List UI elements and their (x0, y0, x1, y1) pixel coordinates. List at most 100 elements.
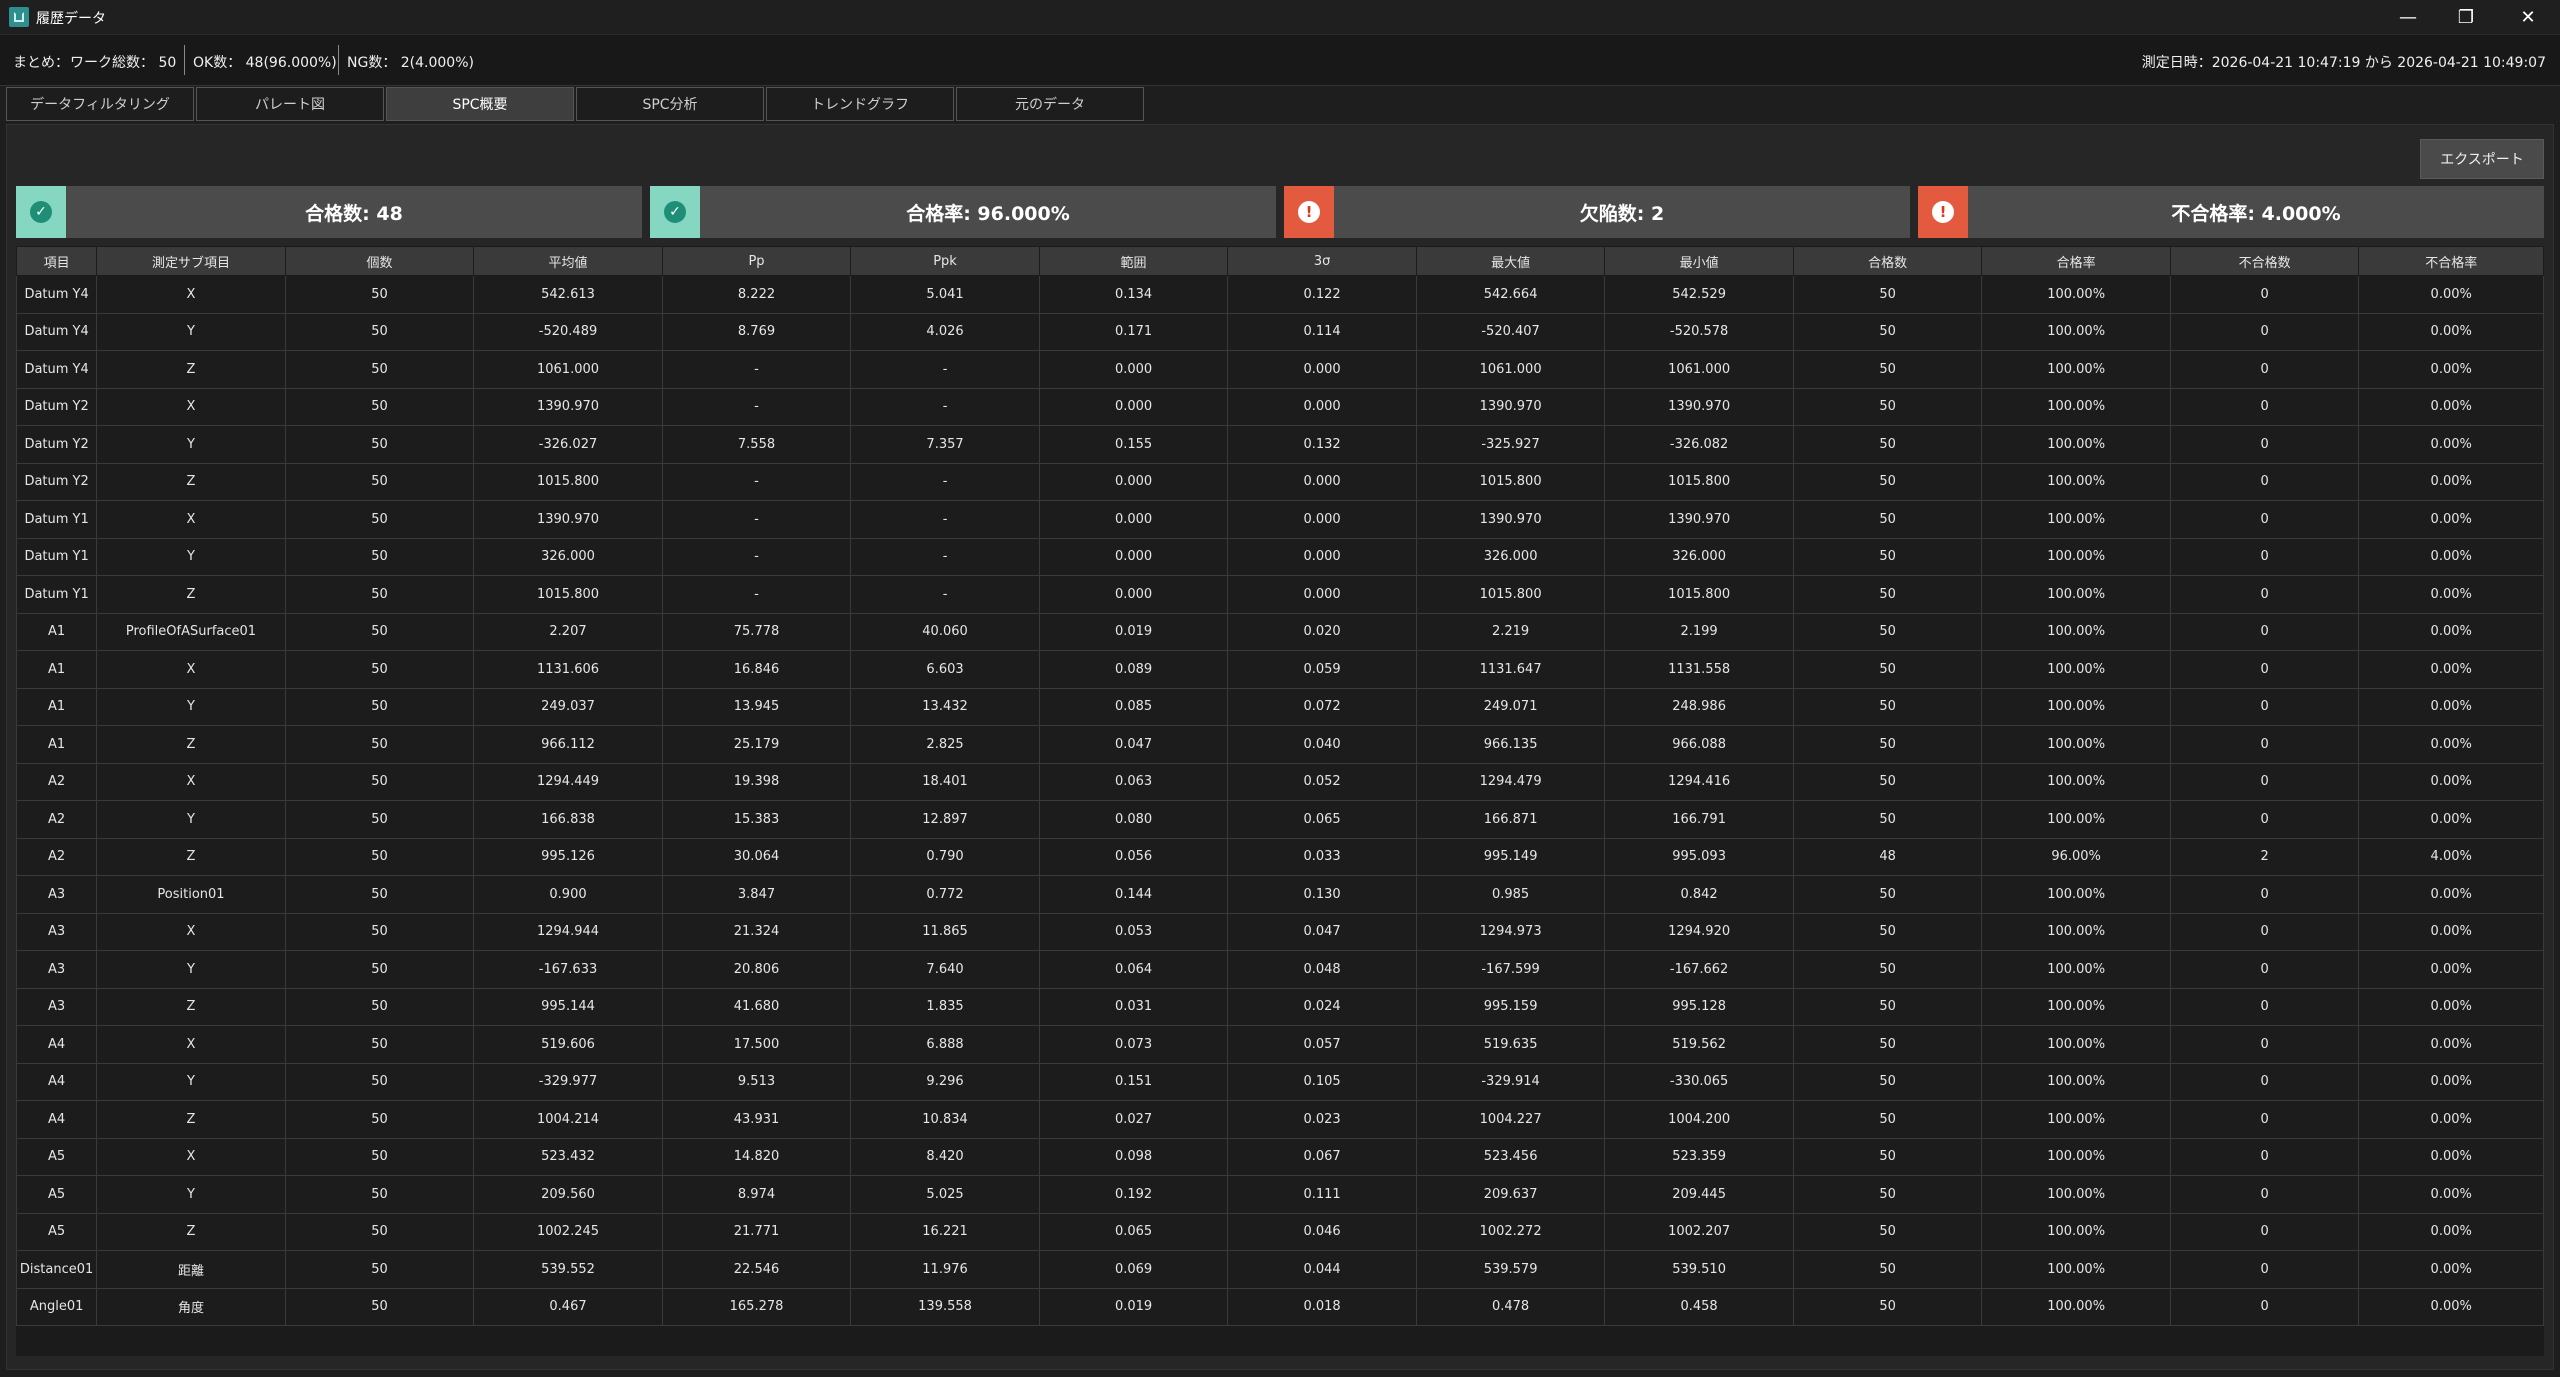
table-row[interactable]: A4 Z 50 1004.214 43.931 10.834 0.027 0.023 1004.… (16, 1100, 2544, 1139)
table-cell: 100.00% (1981, 425, 2171, 464)
table-cell: - (850, 387, 1040, 426)
table-row[interactable]: Datum Y2 Y 50 -326.027 7.558 7.357 0.155 0.132-… (16, 425, 2544, 464)
column-header[interactable]: 合格数 (1792, 246, 1983, 276)
table-row[interactable]: A5 Z 50 1002.245 21.771 16.221 0.065 0.046 1002.… (16, 1212, 2544, 1251)
table-cell: 1390.970 (473, 500, 663, 539)
table-cell: Datum Y2 (16, 425, 98, 464)
table-cell: 0.080 (1038, 800, 1229, 839)
column-header[interactable]: 平均値 (473, 246, 663, 276)
column-header[interactable]: 範囲 (1038, 246, 1229, 276)
table-row[interactable]: A3 Y 50 -167.633 20.806 7.640 0.064 0.048 -167.5… (16, 950, 2544, 989)
table-cell: 209.637 (1415, 1175, 1606, 1214)
table-cell: 1061.000 (473, 350, 663, 389)
table-cell: 12.897 (850, 800, 1040, 839)
spc-table-container[interactable]: 項目 測定サブ項目 個数 平均値 Pp Ppk 範囲 3σ 最大値 最小値 合格数 合格率 不合格数 不合… (16, 246, 2544, 1356)
column-header[interactable]: 最小値 (1604, 246, 1794, 276)
minimize-button[interactable]: — (2380, 0, 2436, 34)
table-cell: - (850, 575, 1040, 614)
table-cell: 0.00% (2358, 725, 2544, 764)
table-cell: 0.019 (1038, 612, 1229, 651)
summary-label: まとめ： (13, 55, 69, 71)
table-cell: 16.221 (850, 1212, 1040, 1251)
table-cell: A3 (16, 987, 98, 1026)
table-cell: 3.847 (661, 875, 852, 914)
column-header[interactable]: 項目 (16, 246, 98, 276)
table-row[interactable]: Datum Y2 X 50 1390.970- -0.000 0.000 1390.970 1… (16, 387, 2544, 426)
table-row[interactable]: A2 Z 50 995.126 30.064 0.790 0.056 0.033 995.149… (16, 837, 2544, 876)
column-header[interactable]: 不合格数 (2169, 246, 2360, 276)
table-cell: 1002.272 (1415, 1212, 1606, 1251)
table-row[interactable]: Datum Y1 X 50 1390.970- -0.000 0.000 1390.970 1… (16, 500, 2544, 539)
table-row[interactable]: A3 Position01 50 0.900 3.847 0.772 0.144 0.130 0… (16, 875, 2544, 914)
table-cell: 2.207 (473, 612, 663, 651)
table-row[interactable]: Datum Y1 Y 50 326.000- -0.000 0.000 326.000 326… (16, 537, 2544, 576)
table-row[interactable]: A4 X 50 519.606 17.500 6.888 0.073 0.057 519.635… (16, 1025, 2544, 1064)
table-cell: 50 (1792, 500, 1983, 539)
table-cell: A1 (16, 650, 98, 689)
table-row[interactable]: A1 Z 50 966.112 25.179 2.825 0.047 0.040 966.135… (16, 725, 2544, 764)
tab-raw-data[interactable]: 元のデータ (956, 87, 1144, 121)
table-row[interactable]: A5 X 50 523.432 14.820 8.420 0.098 0.067 523.456… (16, 1137, 2544, 1176)
table-cell: 0.900 (473, 875, 663, 914)
table-cell: 0.00% (2358, 1025, 2544, 1064)
restore-button[interactable]: ❐ (2438, 0, 2494, 34)
export-button[interactable]: エクスポート (2420, 139, 2544, 179)
column-header[interactable]: Ppk (850, 246, 1040, 276)
table-cell: 50 (284, 350, 475, 389)
table-cell: 7.558 (661, 425, 852, 464)
table-row[interactable]: A2 Y 50 166.838 15.383 12.897 0.080 0.065 166.87… (16, 800, 2544, 839)
table-cell: 50 (1792, 800, 1983, 839)
table-row[interactable]: Angle01 角度 50 0.467 165.278 139.558 0.019 0.018… (16, 1287, 2544, 1326)
column-header[interactable]: 個数 (284, 246, 475, 276)
column-header[interactable]: 測定サブ項目 (96, 246, 286, 276)
table-row[interactable]: Datum Y4 Z 50 1061.000- -0.000 0.000 1061.000 1… (16, 350, 2544, 389)
table-row[interactable]: A1 ProfileOfASurface01 50 2.207 75.778 40.060… (16, 612, 2544, 651)
tab-data-filtering[interactable]: データフィルタリング (6, 87, 194, 121)
table-row[interactable]: A1 Y 50 249.037 13.945 13.432 0.085 0.072 249.07… (16, 687, 2544, 726)
table-cell: 40.060 (850, 612, 1040, 651)
column-header[interactable]: 不合格率 (2358, 246, 2544, 276)
table-cell: X (96, 762, 286, 801)
table-cell: 1061.000 (1415, 350, 1606, 389)
table-cell: X (96, 912, 286, 951)
table-row[interactable]: A5 Y 50 209.560 8.974 5.025 0.192 0.111 209.637 2… (16, 1175, 2544, 1214)
tab-spc-overview[interactable]: SPC概要 (386, 87, 574, 121)
column-header[interactable]: 合格率 (1981, 246, 2171, 276)
table-cell: 41.680 (661, 987, 852, 1026)
table-cell: 21.324 (661, 912, 852, 951)
table-row[interactable]: A1 X 50 1131.606 16.846 6.603 0.089 0.059 1131.6… (16, 650, 2544, 689)
table-cell: 6.603 (850, 650, 1040, 689)
table-row[interactable]: Datum Y4 X 50 542.613 8.222 5.041 0.134 0.122 54… (16, 275, 2544, 314)
table-row[interactable]: Datum Y4 Y 50 -520.489 8.769 4.026 0.171 0.114-… (16, 312, 2544, 351)
table-row[interactable]: A3 Z 50 995.144 41.680 1.835 0.031 0.024 995.159… (16, 987, 2544, 1026)
table-cell: 0.031 (1038, 987, 1229, 1026)
column-header[interactable]: 最大値 (1415, 246, 1606, 276)
table-cell: 0.000 (1227, 537, 1417, 576)
close-button[interactable]: ✕ (2500, 0, 2556, 34)
table-cell: - (661, 537, 852, 576)
pass-rate-card: ✓ 合格率: 96.000% (650, 186, 1276, 238)
table-cell: 50 (1792, 1100, 1983, 1139)
table-cell: Angle01 (16, 1287, 98, 1326)
table-row[interactable]: A2 X 50 1294.449 19.398 18.401 0.063 0.052 1294.… (16, 762, 2544, 801)
table-cell: 0.000 (1038, 537, 1229, 576)
table-cell: 0.467 (473, 1287, 663, 1326)
table-cell: 2.825 (850, 725, 1040, 764)
column-header[interactable]: Pp (661, 246, 852, 276)
tab-trend-graph[interactable]: トレンドグラフ (766, 87, 954, 121)
tab-spc-analysis[interactable]: SPC分析 (576, 87, 764, 121)
table-cell: 995.149 (1415, 837, 1606, 876)
tab-pareto[interactable]: パレート図 (196, 87, 384, 121)
table-row[interactable]: Distance01 距離 50 539.552 22.546 11.976 0.069 0.… (16, 1250, 2544, 1289)
table-row[interactable]: A3 X 50 1294.944 21.324 11.865 0.053 0.047 1294.… (16, 912, 2544, 951)
table-cell: 100.00% (1981, 987, 2171, 1026)
column-header[interactable]: 3σ (1227, 246, 1417, 276)
table-cell: 17.500 (661, 1025, 852, 1064)
table-cell: 50 (284, 687, 475, 726)
table-row[interactable]: Datum Y2 Z 50 1015.800- -0.000 0.000 1015.800 1… (16, 462, 2544, 501)
table-cell: 8.222 (661, 275, 852, 314)
table-row[interactable]: A4 Y 50 -329.977 9.513 9.296 0.151 0.105 -329.91… (16, 1062, 2544, 1101)
table-row[interactable]: Datum Y1 Z 50 1015.800- -0.000 0.000 1015.800 1… (16, 575, 2544, 614)
table-cell: 13.945 (661, 687, 852, 726)
table-cell: 166.791 (1604, 800, 1794, 839)
